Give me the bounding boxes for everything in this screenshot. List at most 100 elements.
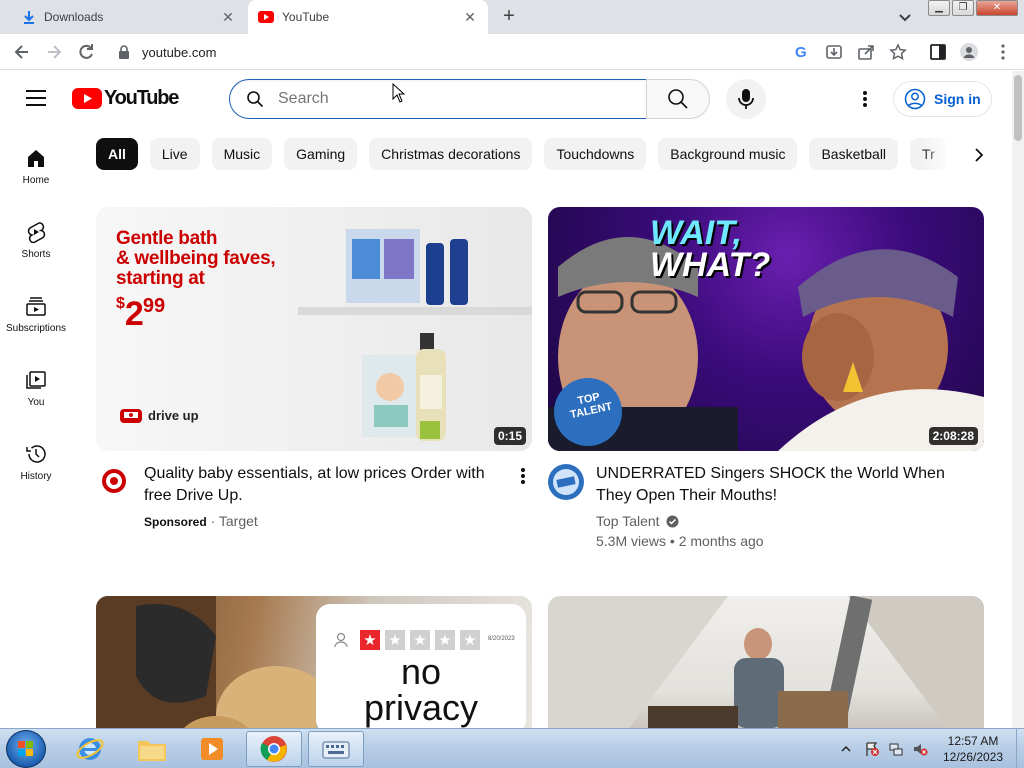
forward-arrow-icon[interactable]	[44, 42, 64, 62]
youtube-masthead: YouTube Sign in	[0, 71, 1012, 127]
ad-price: $299	[116, 295, 166, 333]
shorts-icon	[27, 222, 46, 243]
close-tab-icon[interactable]: ✕	[458, 9, 482, 26]
subscriptions-icon	[26, 297, 46, 316]
chip-christmas-decorations[interactable]: Christmas decorations	[369, 138, 533, 170]
star-icon: ★	[410, 630, 430, 650]
browser-toolbar: youtube.com G	[0, 34, 1024, 70]
chrome-icon	[260, 736, 287, 762]
video-thumbnail-ad[interactable]: Gentle bath & wellbeing faves, starting …	[96, 207, 532, 451]
guide-item-you[interactable]: You	[0, 349, 72, 419]
product-shelf	[298, 307, 532, 315]
minimize-button[interactable]: ▁	[928, 0, 950, 16]
network-icon[interactable]	[888, 741, 904, 757]
taskbar-internet-explorer[interactable]	[62, 731, 118, 767]
reload-icon[interactable]	[76, 42, 96, 62]
start-button[interactable]	[6, 730, 46, 768]
chrome-menu-icon[interactable]	[994, 43, 1012, 61]
page-scrollbar[interactable]	[1012, 71, 1024, 728]
profile-avatar-icon[interactable]	[960, 43, 978, 61]
chip-background-music[interactable]: Background music	[658, 138, 798, 170]
tab-search-chevron-icon[interactable]	[896, 8, 914, 26]
video-title[interactable]: Quality baby essentials, at low prices O…	[144, 463, 500, 507]
clock-time: 12:57 AM	[947, 734, 999, 748]
settings-more-icon[interactable]	[856, 87, 874, 111]
video-title[interactable]: UNDERRATED Singers SHOCK the World When …	[596, 463, 966, 507]
star-icon: ★	[460, 630, 480, 650]
chip-fade	[920, 138, 970, 170]
guide-item-label: History	[20, 471, 52, 482]
show-desktop-button[interactable]	[1016, 729, 1024, 768]
side-panel-icon[interactable]	[929, 43, 947, 61]
internet-explorer-icon	[76, 738, 104, 760]
video-menu-icon[interactable]	[516, 466, 530, 486]
guide-item-label: You	[27, 397, 45, 408]
guide-item-home[interactable]: Home	[0, 127, 72, 197]
mouse-cursor-icon	[392, 83, 406, 103]
guide-item-history[interactable]: History	[0, 423, 72, 493]
bookmark-star-icon[interactable]	[889, 43, 907, 61]
thumbnail-text-line1: no	[400, 651, 442, 692]
microphone-icon	[738, 89, 754, 109]
guide-menu-icon[interactable]	[26, 90, 46, 106]
ad-channel-name[interactable]: Target	[219, 513, 258, 529]
tab-title: Downloads	[44, 10, 104, 24]
chip-basketball[interactable]: Basketball	[809, 138, 899, 170]
action-center-flag-icon[interactable]	[864, 741, 880, 757]
ad-meta: Sponsored · Target	[144, 513, 258, 529]
chevron-right-icon	[975, 148, 984, 162]
channel-line: Top Talent	[596, 513, 679, 529]
chip-touchdowns[interactable]: Touchdowns	[544, 138, 647, 170]
search-box[interactable]	[229, 79, 647, 119]
taskbar-clock[interactable]: 12:57 AM 12/26/2023	[930, 733, 1016, 765]
guide-item-label: Shorts	[21, 249, 51, 260]
clock-date: 12/26/2023	[942, 750, 1004, 764]
tab-title: YouTube	[282, 10, 330, 24]
youtube-logo-icon	[72, 88, 102, 109]
show-hidden-icons-icon[interactable]	[840, 743, 852, 755]
install-app-icon[interactable]	[825, 43, 843, 61]
google-icon[interactable]: G	[793, 43, 811, 61]
tab-youtube[interactable]: YouTube ✕	[248, 0, 488, 34]
guide-item-shorts[interactable]: Shorts	[0, 201, 72, 271]
search-input[interactable]	[278, 90, 618, 108]
guide-item-label: Home	[22, 175, 50, 186]
drive-up-car-icon	[120, 409, 142, 423]
sign-in-button[interactable]: Sign in	[893, 81, 992, 117]
chip-music[interactable]: Music	[211, 138, 273, 170]
tab-downloads[interactable]: Downloads ✕	[0, 0, 246, 34]
volume-muted-icon[interactable]	[912, 741, 928, 757]
target-channel-avatar[interactable]	[101, 468, 127, 494]
video-duration: 2:08:28	[928, 427, 978, 445]
search-icon	[668, 89, 688, 109]
channel-name[interactable]: Top Talent	[596, 513, 660, 529]
star-rating: ★ ★ ★ ★ ★	[360, 630, 485, 650]
taskbar-file-explorer[interactable]	[124, 731, 180, 767]
thumbnail-text-line2: privacy	[363, 687, 479, 728]
scrollbar-thumb[interactable]	[1014, 75, 1022, 141]
account-circle-icon	[904, 88, 926, 110]
top-talent-channel-avatar[interactable]	[548, 464, 584, 500]
taskbar-chrome[interactable]	[246, 731, 302, 767]
filter-chip-bar: All Live Music Gaming Christmas decorations T…	[96, 138, 976, 170]
chip-live[interactable]: Live	[149, 138, 200, 170]
maximize-button[interactable]: ❐	[952, 0, 974, 16]
chip-all[interactable]: All	[96, 138, 138, 170]
video-thumbnail-top-talent[interactable]: WAIT, WHAT? TOP TALENT 2:08:28	[548, 207, 984, 451]
chips-next-button[interactable]	[966, 142, 992, 168]
lock-icon[interactable]	[118, 45, 130, 59]
taskbar-on-screen-keyboard[interactable]	[308, 731, 364, 767]
back-arrow-icon[interactable]	[12, 42, 32, 62]
chip-gaming[interactable]: Gaming	[284, 138, 358, 170]
new-tab-button[interactable]: +	[498, 6, 520, 28]
search-button[interactable]	[646, 79, 710, 119]
thumbnail-caption: WAIT, WHAT?	[650, 214, 771, 284]
youtube-logo[interactable]: YouTube	[72, 87, 179, 110]
close-window-button[interactable]: ✕	[976, 0, 1018, 16]
close-tab-icon[interactable]: ✕	[216, 9, 240, 26]
share-icon[interactable]	[857, 43, 875, 61]
taskbar-media-player[interactable]	[184, 731, 240, 767]
youtube-favicon	[258, 11, 274, 23]
voice-search-button[interactable]	[726, 79, 766, 119]
guide-item-subscriptions[interactable]: Subscriptions	[0, 275, 72, 345]
